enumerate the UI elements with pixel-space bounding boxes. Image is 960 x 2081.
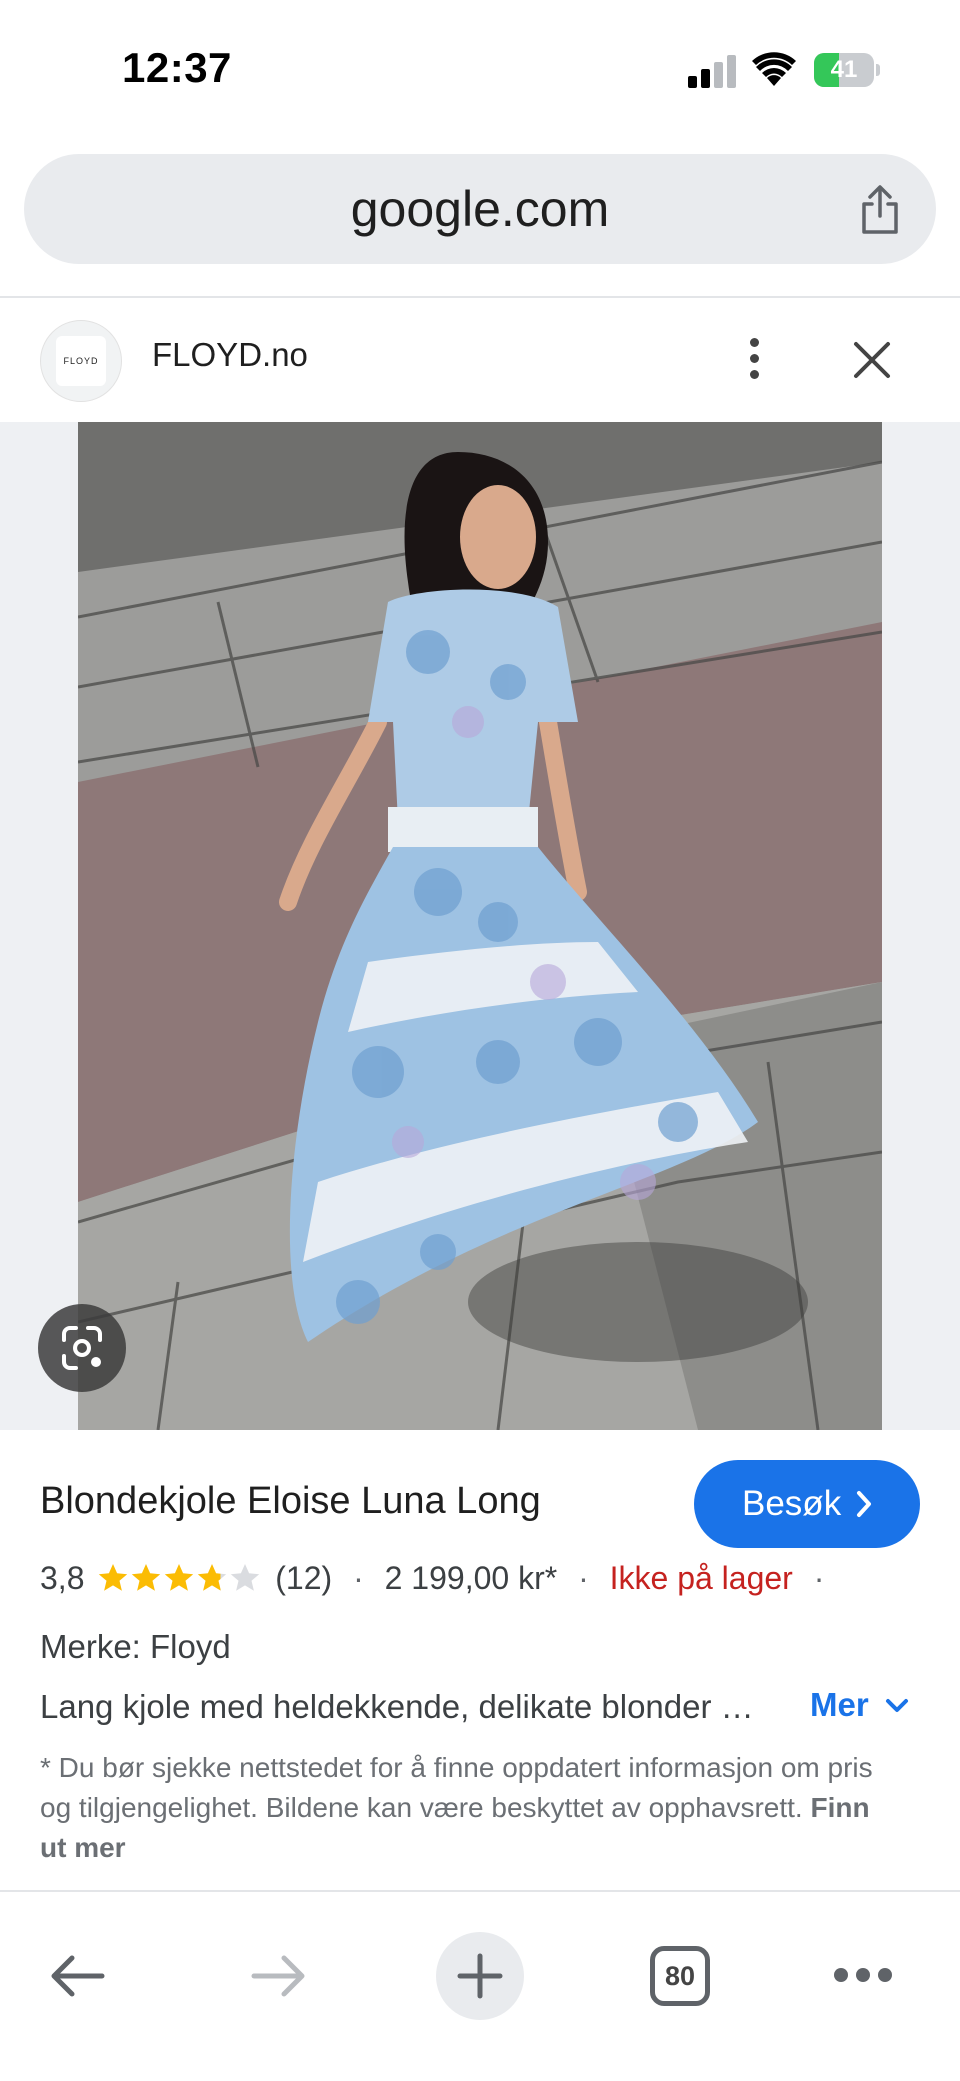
chevron-down-icon[interactable] <box>884 1696 910 1716</box>
site-logo-text: FLOYD <box>56 336 106 386</box>
star-icon <box>132 1563 161 1591</box>
more-vertical-icon[interactable] <box>740 336 768 382</box>
wifi-icon <box>752 52 796 88</box>
rating-stars <box>97 1562 262 1596</box>
battery-level: 41 <box>830 56 858 83</box>
price: 2 199,00 kr* <box>384 1560 558 1597</box>
separator: · <box>813 1560 825 1597</box>
address-bar[interactable]: google.com <box>24 154 936 264</box>
bottom-toolbar: 80 <box>0 1892 960 2081</box>
separator: · <box>353 1560 364 1597</box>
product-image[interactable] <box>78 422 882 1430</box>
product-meta: 3,8 (12) · 2 199,00 kr* · Ikke på lager … <box>40 1558 836 1612</box>
product-info: Blondekjole Eloise Luna Long Besøk 3,8 (… <box>0 1430 960 1890</box>
forward-arrow-icon[interactable] <box>248 1948 308 2004</box>
more-horizontal-icon[interactable] <box>834 1962 894 1988</box>
battery-charging-icon: 41 <box>814 53 880 87</box>
site-logo[interactable]: FLOYD <box>40 320 122 402</box>
star-icon <box>165 1563 194 1591</box>
star-icon <box>231 1563 260 1591</box>
status-time: 12:37 <box>122 44 232 91</box>
review-count[interactable]: (12) <box>275 1560 332 1597</box>
close-icon[interactable] <box>848 336 896 384</box>
signal-icon <box>688 54 738 88</box>
product-image-area <box>0 422 960 1430</box>
brand-label: Merke: Floyd <box>40 1628 231 1665</box>
tabs-icon[interactable]: 80 <box>650 1946 710 2006</box>
back-arrow-icon[interactable] <box>48 1948 108 2004</box>
site-header: FLOYD FLOYD.no <box>0 298 960 422</box>
separator: · <box>578 1560 589 1597</box>
product-title: Blondekjole Eloise Luna Long <box>40 1480 541 1522</box>
rating-value: 3,8 <box>40 1560 85 1597</box>
disclaimer-text: * Du bør sjekke nettstedet for å finne o… <box>40 1752 873 1823</box>
product-description: Lang kjole med heldekkende, delikate blo… <box>40 1688 754 1725</box>
visit-button[interactable]: Besøk <box>694 1460 920 1548</box>
stock-status: Ikke på lager <box>609 1560 793 1597</box>
star-icon <box>198 1563 227 1591</box>
status-bar: 12:37 41 <box>0 0 960 140</box>
chevron-right-icon <box>857 1491 871 1517</box>
url-text[interactable]: google.com <box>24 154 936 264</box>
tab-count: 80 <box>664 1961 696 1991</box>
site-name[interactable]: FLOYD.no <box>152 336 308 374</box>
google-lens-icon[interactable] <box>38 1304 126 1392</box>
share-icon[interactable] <box>856 184 904 236</box>
more-button[interactable]: Mer <box>810 1686 869 1724</box>
disclaimer: * Du bør sjekke nettstedet for å finne o… <box>40 1748 900 1868</box>
plus-icon[interactable] <box>436 1932 524 2020</box>
star-icon <box>99 1563 128 1591</box>
visit-label: Besøk <box>742 1484 842 1523</box>
